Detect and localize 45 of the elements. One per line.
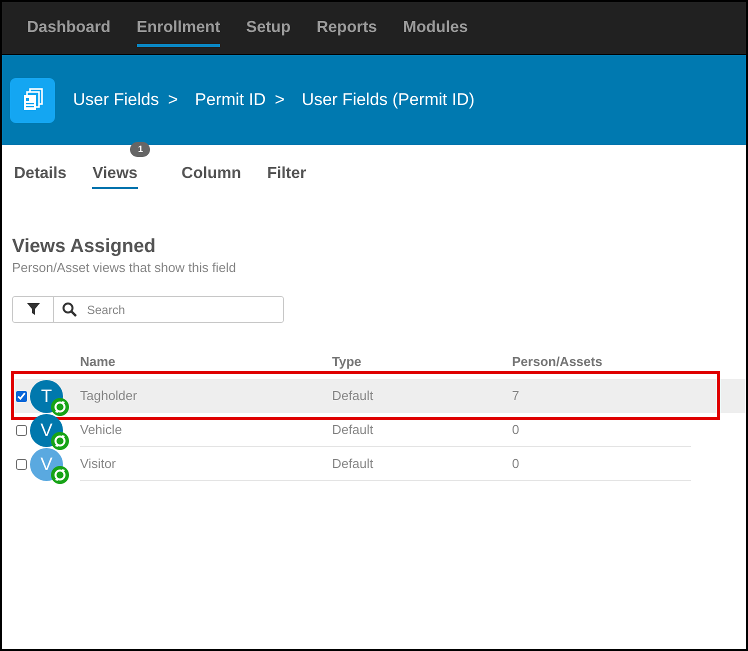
- nav-tab[interactable]: Enrollment: [136, 2, 220, 47]
- section-subtitle: Person/Asset views that show this field: [12, 259, 237, 277]
- tab[interactable]: Filter: [267, 162, 306, 189]
- type-cell-text: Default: [332, 420, 374, 439]
- documents-icon: [10, 78, 55, 122]
- count-badge: 1: [130, 142, 150, 157]
- row-checkbox[interactable]: [16, 424, 27, 436]
- type-cell-text: Default: [332, 387, 374, 406]
- breadcrumb-current: User Fields (Permit ID): [302, 89, 475, 112]
- row-checkbox[interactable]: [16, 390, 27, 402]
- breadcrumb-separator: >: [274, 89, 285, 112]
- count-cell-text: 7: [512, 387, 520, 406]
- table-row[interactable]: T Tagholder Default 7: [14, 379, 746, 413]
- nav-tab[interactable]: Reports: [316, 2, 378, 47]
- search-field[interactable]: Search: [87, 300, 267, 318]
- breadcrumb-separator: >: [168, 89, 178, 112]
- type-cell-text: Default: [332, 454, 374, 473]
- column-header-text: Type: [332, 354, 362, 368]
- breadcrumb-link[interactable]: Permit ID: [194, 87, 266, 113]
- name-cell-text: Tagholder: [80, 387, 138, 406]
- tab[interactable]: Details: [14, 162, 66, 189]
- table-row[interactable]: V Visitor Default 0: [14, 447, 693, 481]
- avatar-initial: T: [41, 384, 52, 408]
- search-icon: [62, 302, 77, 317]
- breadcrumb-link[interactable]: User Fields: [73, 87, 159, 113]
- row-checkbox[interactable]: [16, 458, 27, 470]
- avatar-initial: V: [40, 418, 52, 442]
- count-cell-text: 0: [512, 454, 520, 473]
- nav-tab[interactable]: Setup: [246, 2, 291, 47]
- name-cell-text: Visitor: [80, 454, 116, 473]
- nav-tab[interactable]: Modules: [403, 2, 468, 47]
- sync-icon: [51, 466, 69, 484]
- sync-icon: [51, 432, 69, 450]
- tab[interactable]: Column: [182, 162, 242, 189]
- search-bar[interactable]: Search: [12, 296, 284, 323]
- table-row[interactable]: V Vehicle Default 0: [14, 413, 693, 447]
- count-cell-text: 0: [512, 420, 520, 439]
- tab[interactable]: Views: [92, 162, 138, 189]
- column-header-text: Person/Assets: [512, 354, 602, 368]
- name-cell-text: Vehicle: [80, 420, 122, 439]
- column-header-text: Name: [80, 354, 116, 368]
- section-title: Views Assigned: [12, 235, 157, 259]
- avatar-initial: V: [40, 452, 52, 476]
- nav-tab[interactable]: Dashboard: [27, 2, 111, 47]
- sync-icon: [51, 398, 69, 416]
